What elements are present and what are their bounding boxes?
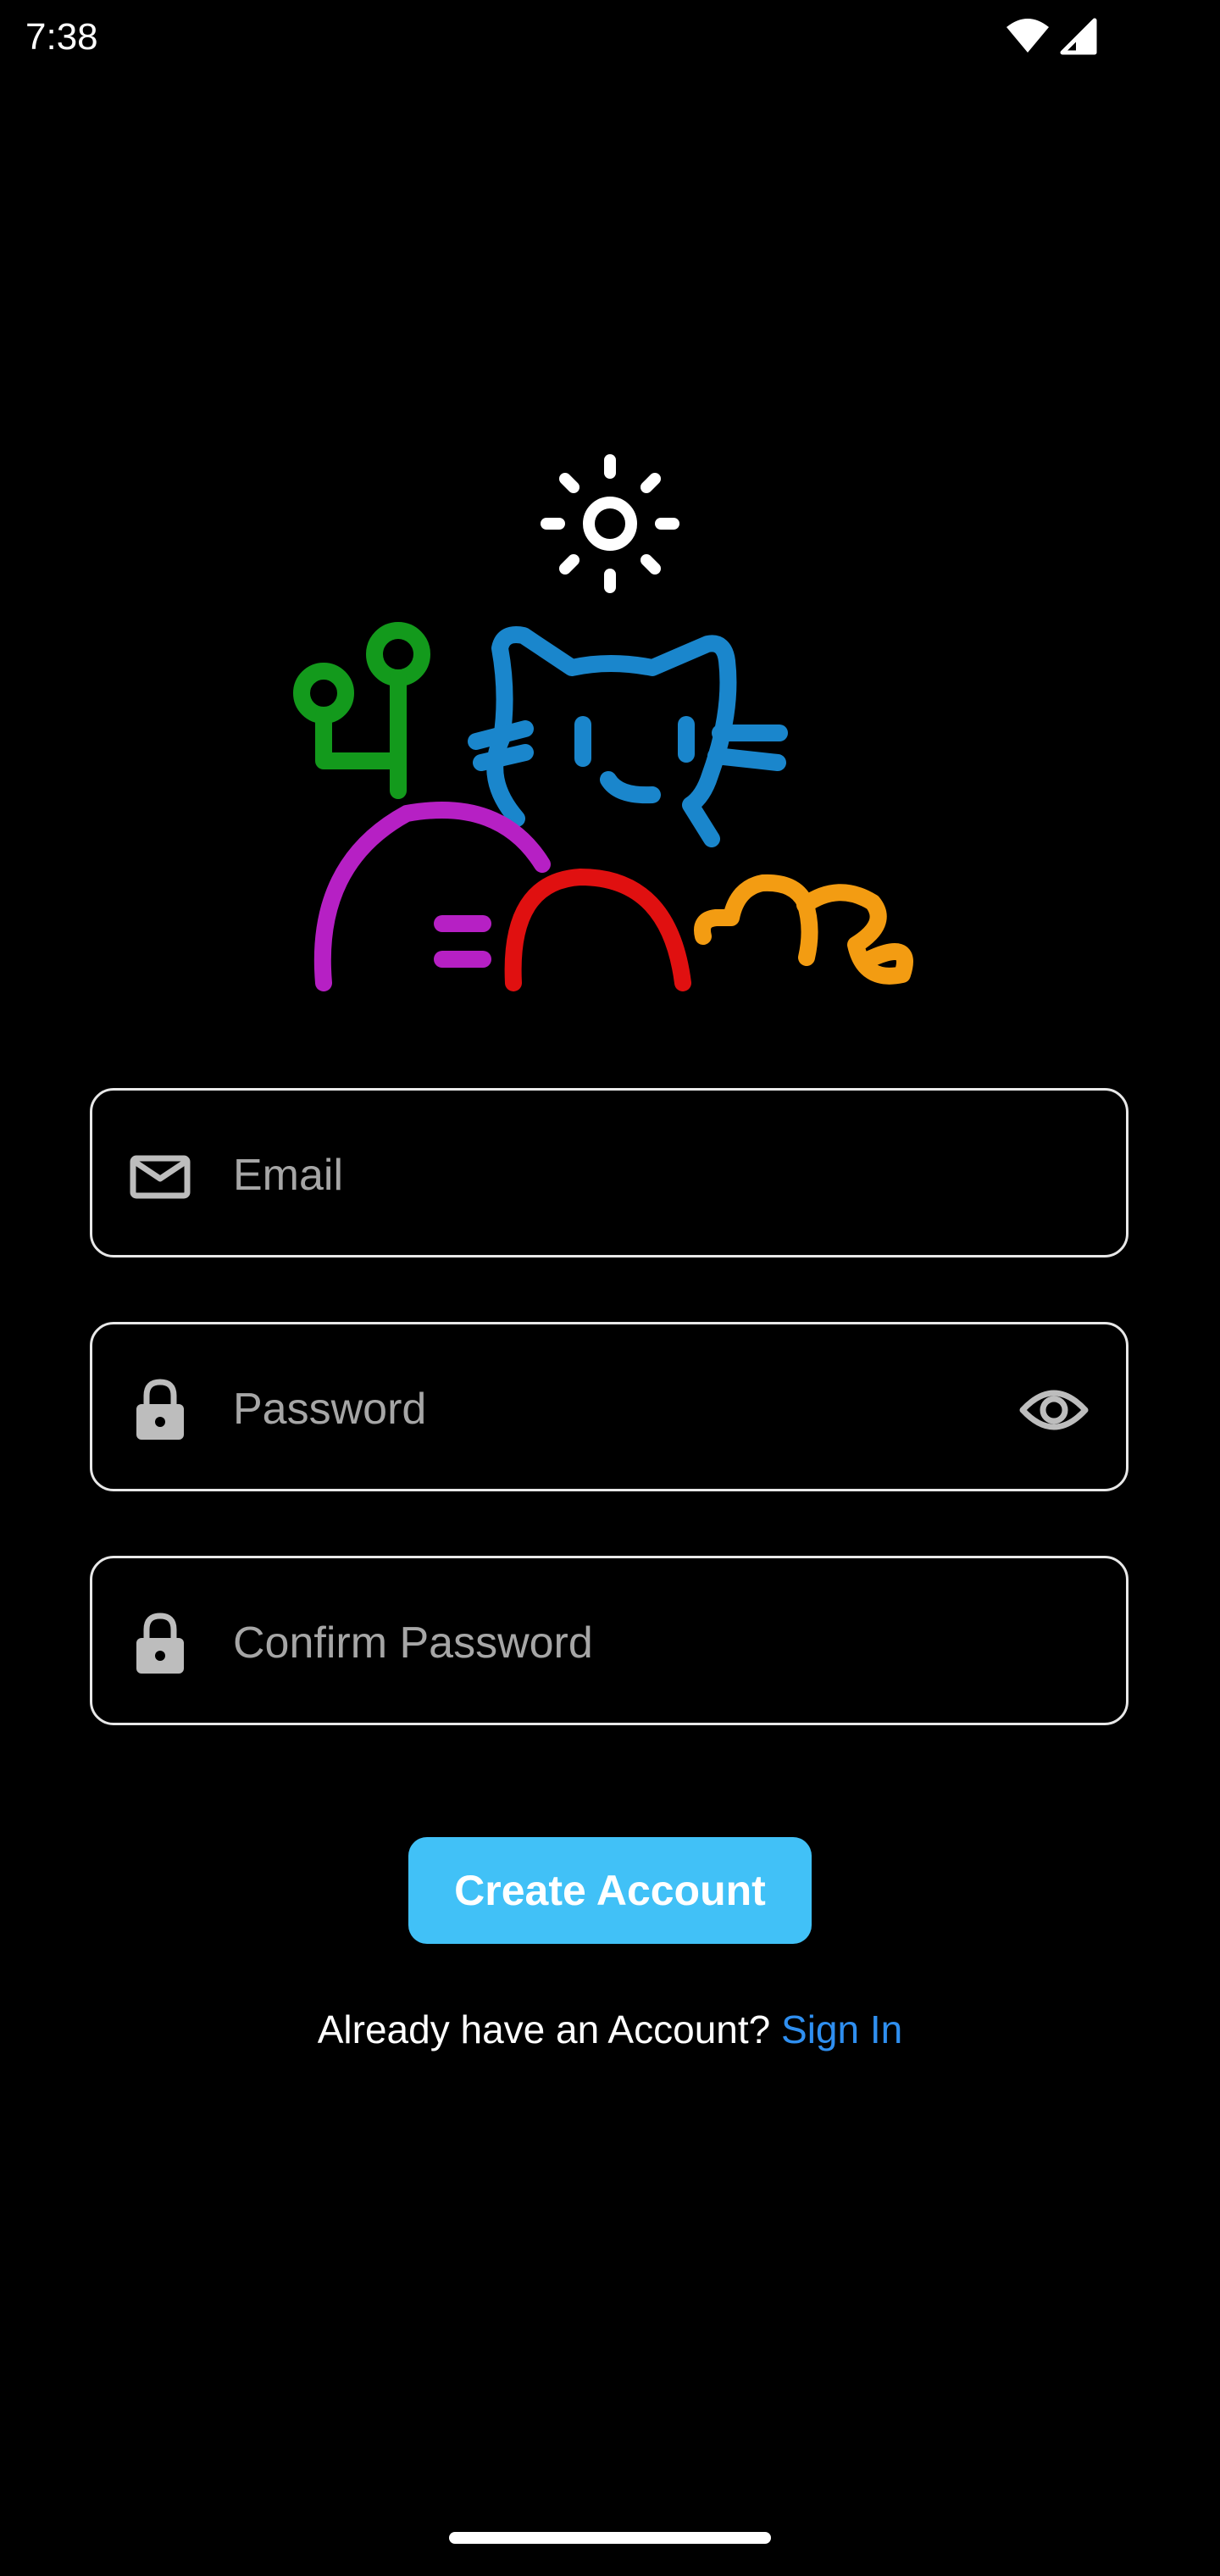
wifi-icon	[1006, 19, 1049, 53]
sun-icon	[541, 454, 679, 593]
signal-icon	[1060, 18, 1097, 55]
plant-icon	[293, 622, 430, 799]
sign-in-prompt: Already have an Account? Sign In	[0, 2001, 1220, 2057]
caterpillar-icon	[694, 874, 913, 985]
already-have-account-text: Already have an Account?	[317, 2007, 771, 2051]
mail-icon	[130, 1155, 191, 1199]
arch-icon	[504, 868, 691, 991]
lock-icon	[136, 1379, 184, 1440]
cat-icon	[468, 626, 788, 847]
status-icons	[1006, 18, 1097, 55]
create-account-button[interactable]: Create Account	[408, 1837, 812, 1944]
status-bar: 7:38	[0, 0, 1220, 76]
confirm-password-input[interactable]	[233, 1592, 995, 1694]
email-field[interactable]	[90, 1088, 1128, 1257]
visibility-toggle-icon[interactable]	[1016, 1372, 1092, 1448]
lock-icon	[136, 1613, 184, 1674]
status-time: 7:38	[25, 16, 98, 58]
confirm-password-field[interactable]	[90, 1556, 1128, 1725]
home-indicator[interactable]	[449, 2532, 771, 2544]
password-input[interactable]	[233, 1358, 995, 1460]
password-field[interactable]	[90, 1322, 1128, 1491]
sign-in-link[interactable]: Sign In	[781, 2007, 902, 2051]
email-input[interactable]	[233, 1124, 995, 1226]
app-logo	[293, 454, 913, 991]
